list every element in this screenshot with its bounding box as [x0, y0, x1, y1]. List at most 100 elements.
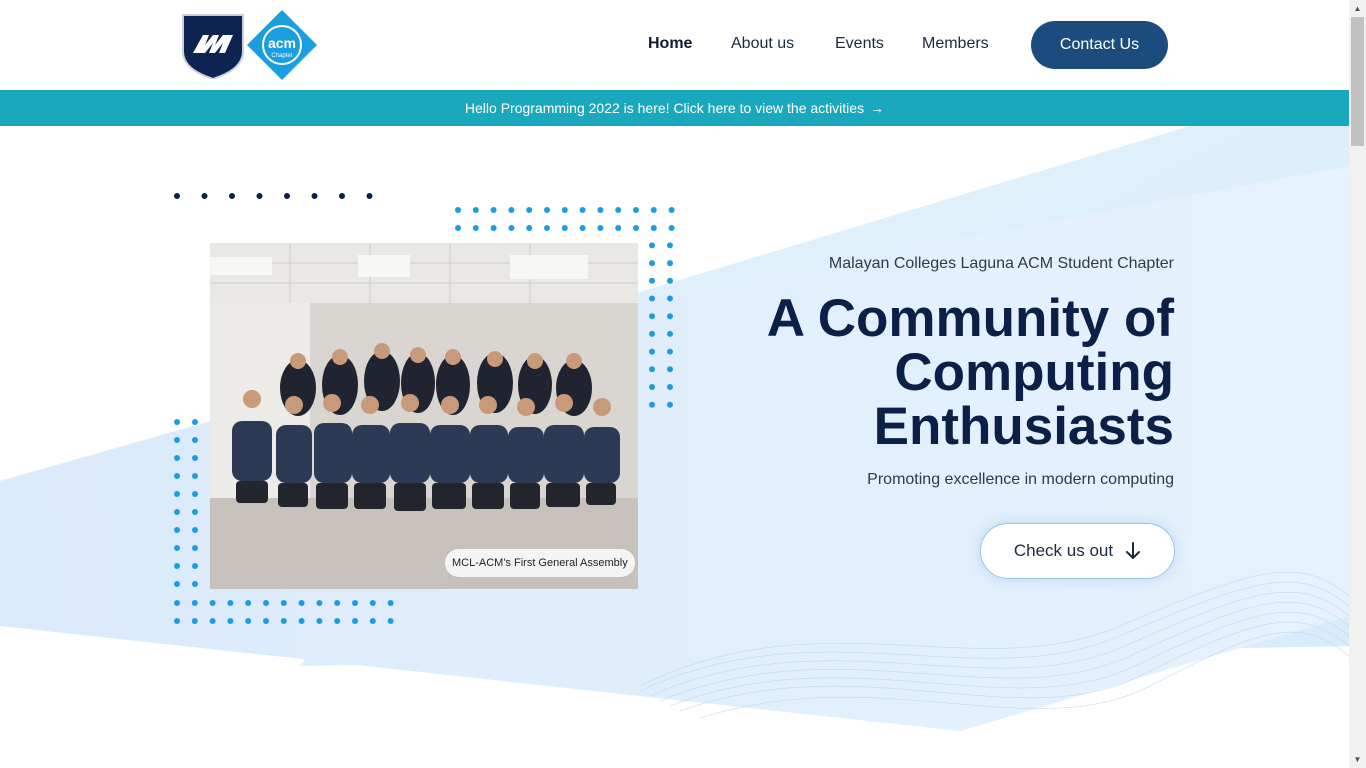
decorative-dot — [263, 600, 269, 606]
decorative-dot — [668, 207, 675, 213]
decorative-dot — [174, 545, 180, 551]
mcl-shield-logo[interactable] — [181, 11, 245, 79]
decorative-dot — [526, 207, 533, 213]
page: acm Chapter Home About us Events Members… — [0, 0, 1349, 768]
decorative-dot — [667, 295, 673, 302]
decorative-dot — [191, 600, 198, 606]
arrow-right-icon: → — [870, 100, 885, 116]
decorative-dot — [209, 600, 216, 606]
decorative-dot — [174, 527, 180, 533]
decorative-dot — [579, 225, 586, 231]
decorative-dot — [174, 455, 180, 461]
decorative-dot — [298, 618, 305, 624]
decorative-dot — [311, 193, 318, 199]
decorative-dot — [667, 366, 673, 373]
decorative-dot — [649, 277, 655, 284]
announcement-banner[interactable]: Hello Programming 2022 is here! Click he… — [0, 90, 1349, 126]
decorative-dot — [667, 330, 673, 337]
decorative-dot — [284, 193, 290, 199]
decorative-dot — [597, 207, 604, 213]
decorative-dot — [649, 330, 655, 337]
decorative-dot — [490, 225, 497, 231]
decorative-dot — [174, 437, 180, 443]
hero-eyebrow: Malayan Colleges Laguna ACM Student Chap… — [828, 255, 1174, 272]
decorative-dot — [667, 242, 673, 249]
decorative-dot — [316, 600, 323, 606]
decorative-dot — [668, 225, 675, 231]
decorative-dot — [227, 600, 234, 606]
decorative-dot — [201, 193, 208, 199]
decorative-dot — [579, 207, 586, 213]
decorative-dot — [174, 193, 180, 199]
decorative-dot — [334, 600, 341, 606]
page-scrollbar[interactable]: ▲ ▼ — [1349, 0, 1366, 768]
decorative-dot — [387, 600, 394, 606]
nav-events[interactable]: Events — [835, 34, 884, 54]
nav-about-us[interactable]: About us — [731, 34, 794, 54]
decorative-dot — [192, 581, 198, 587]
decorative-dot — [667, 401, 673, 408]
hero-title: A Community of Computing Enthusiasts — [766, 289, 1174, 456]
decorative-dot — [508, 225, 515, 231]
scroll-thumb[interactable] — [1351, 17, 1364, 146]
decorative-dot — [369, 618, 376, 624]
decorative-dot — [174, 509, 180, 515]
decorative-dot — [174, 491, 180, 497]
hero-subtitle: Promoting excellence in modern computing — [867, 471, 1174, 488]
decorative-dot — [649, 260, 655, 267]
decorative-dot — [667, 384, 673, 390]
site-header: acm Chapter Home About us Events Members… — [0, 0, 1349, 90]
photo-caption: MCL-ACM's First General Assembly — [445, 549, 635, 577]
decorative-dot — [649, 366, 655, 373]
decorative-dot — [649, 384, 655, 390]
decorative-dot — [174, 600, 180, 606]
decorative-dot — [174, 618, 180, 624]
decorative-dot — [615, 207, 622, 213]
decorative-dot — [633, 225, 639, 231]
decorative-dot — [649, 401, 655, 408]
decorative-dot — [667, 348, 673, 355]
decorative-dot — [298, 600, 305, 606]
decorative-dot — [649, 242, 655, 249]
decorative-dot — [192, 491, 198, 497]
decorative-dot — [649, 313, 655, 320]
check-us-out-button[interactable]: Check us out — [980, 523, 1175, 579]
decorative-dot — [174, 419, 180, 425]
nav-members[interactable]: Members — [922, 34, 989, 54]
decorative-dot — [245, 618, 252, 624]
decorative-dot — [316, 618, 323, 624]
decorative-dot — [192, 527, 198, 533]
decorative-dot — [526, 225, 533, 231]
decorative-dot — [649, 295, 655, 302]
decorative-dot — [366, 193, 373, 199]
decorative-dot — [192, 437, 198, 443]
decorative-dot — [561, 207, 568, 213]
decorative-dot — [649, 348, 655, 355]
decorative-dots-navy — [174, 193, 373, 199]
decorative-dot — [667, 260, 673, 267]
decorative-dot — [263, 618, 269, 624]
decorative-dot — [472, 225, 479, 231]
decorative-dot — [280, 600, 287, 606]
decorative-dot — [472, 207, 479, 213]
acm-logo-text: acm — [268, 35, 296, 51]
scroll-up-arrow-icon[interactable]: ▲ — [1349, 0, 1366, 17]
decorative-dot — [192, 509, 198, 515]
decorative-dot — [192, 419, 198, 425]
contact-us-button[interactable]: Contact Us — [1031, 21, 1168, 69]
decorative-dot — [227, 618, 234, 624]
decorative-dot — [174, 473, 180, 479]
decorative-dot — [174, 581, 180, 587]
group-photo — [210, 243, 638, 589]
acm-logo-subtext: Chapter — [271, 53, 292, 59]
scroll-down-arrow-icon[interactable]: ▼ — [1349, 751, 1366, 768]
decorative-dot — [245, 600, 252, 606]
nav-home[interactable]: Home — [648, 34, 692, 54]
decorative-dot — [256, 193, 263, 199]
decorative-dot — [369, 600, 376, 606]
acm-chapter-logo[interactable]: acm Chapter — [247, 10, 317, 80]
decorative-dot — [544, 225, 550, 231]
decorative-dot — [192, 563, 198, 569]
decorative-dot — [192, 455, 198, 461]
check-us-out-label: Check us out — [1013, 541, 1114, 560]
